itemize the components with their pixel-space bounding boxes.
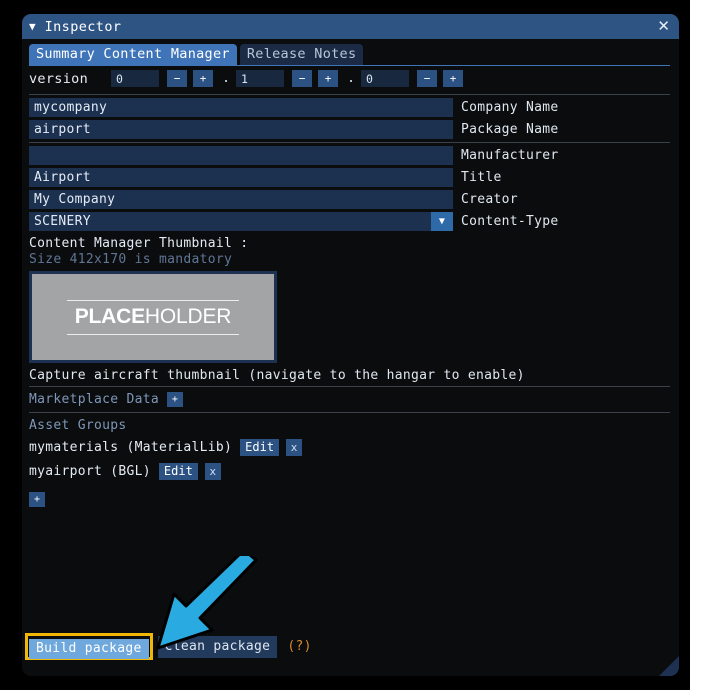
marketplace-data-label: Marketplace Data bbox=[29, 392, 160, 407]
package-name-input[interactable]: airport bbox=[29, 120, 453, 139]
content-type-select[interactable]: SCENERY ▼ bbox=[29, 212, 453, 231]
marketplace-data-section: Marketplace Data + bbox=[22, 390, 679, 409]
list-item: myairport (BGL) Edit x bbox=[22, 459, 679, 483]
version-row: version 0 − + . 1 − + . 0 − + bbox=[22, 66, 679, 91]
thumbnail-preview[interactable]: PLACEHOLDER bbox=[29, 271, 277, 363]
divider bbox=[29, 142, 670, 143]
company-name-label: Company Name bbox=[461, 100, 559, 115]
asset-group-name: myairport (BGL) bbox=[29, 463, 151, 479]
inspector-panel: ▼ Inspector ✕ Summary Content Manager Re… bbox=[22, 14, 679, 676]
tab-bar: Summary Content Manager Release Notes bbox=[22, 39, 679, 65]
placeholder-logo: PLACEHOLDER bbox=[67, 299, 239, 335]
close-icon[interactable]: ✕ bbox=[657, 18, 670, 34]
creator-label: Creator bbox=[461, 192, 518, 207]
title-label: Title bbox=[461, 170, 502, 185]
version-minor-input[interactable]: 1 bbox=[236, 70, 284, 87]
chevron-down-icon[interactable]: ▼ bbox=[431, 212, 453, 231]
add-marketplace-data-button[interactable]: + bbox=[167, 392, 184, 407]
manufacturer-label: Manufacturer bbox=[461, 148, 559, 163]
field-row-content-type: SCENERY ▼ Content-Type bbox=[22, 212, 679, 231]
action-bar: Build package Clean package (?) bbox=[22, 633, 679, 660]
manufacturer-input[interactable] bbox=[29, 146, 453, 165]
remove-asset-group-button[interactable]: x bbox=[204, 462, 221, 480]
screenshot-root: ▼ Inspector ✕ Summary Content Manager Re… bbox=[0, 0, 701, 699]
version-minor-decrement-button[interactable]: − bbox=[292, 70, 312, 87]
field-row-company-name: mycompany Company Name bbox=[22, 98, 679, 117]
add-asset-group-button[interactable]: + bbox=[29, 492, 45, 507]
help-link[interactable]: (?) bbox=[287, 639, 311, 654]
version-label: version bbox=[29, 70, 88, 87]
field-row-manufacturer: Manufacturer bbox=[22, 146, 679, 165]
placeholder-text: PLACEHOLDER bbox=[67, 305, 239, 329]
edit-asset-group-button[interactable]: Edit bbox=[240, 438, 280, 456]
triangle-down-icon[interactable]: ▼ bbox=[29, 21, 36, 32]
asset-groups-label: Asset Groups bbox=[29, 418, 127, 433]
package-name-label: Package Name bbox=[461, 122, 559, 137]
version-patch-increment-button[interactable]: + bbox=[443, 70, 463, 87]
field-row-title: Airport Title bbox=[22, 168, 679, 187]
version-major-increment-button[interactable]: + bbox=[193, 70, 213, 87]
panel-title-bar: ▼ Inspector ✕ bbox=[22, 14, 679, 39]
placeholder-bold-text: PLACE bbox=[74, 304, 145, 328]
field-row-creator: My Company Creator bbox=[22, 190, 679, 209]
divider bbox=[29, 94, 670, 95]
divider bbox=[29, 386, 670, 387]
version-patch-decrement-button[interactable]: − bbox=[417, 70, 437, 87]
list-item: mymaterials (MaterialLib) Edit x bbox=[22, 435, 679, 459]
thumbnail-section: Content Manager Thumbnail : Size 412x170… bbox=[22, 234, 679, 363]
content-type-label: Content-Type bbox=[461, 214, 559, 229]
edit-asset-group-button[interactable]: Edit bbox=[158, 462, 198, 480]
version-major-input[interactable]: 0 bbox=[111, 70, 159, 87]
thumbnail-requirement: Size 412x170 is mandatory bbox=[29, 252, 233, 267]
version-separator-dot: . bbox=[222, 71, 230, 86]
capture-thumbnail-hint: Capture aircraft thumbnail (navigate to … bbox=[29, 368, 525, 383]
placeholder-regular-text: HOLDER bbox=[144, 304, 232, 328]
asset-group-name: mymaterials (MaterialLib) bbox=[29, 439, 233, 455]
thumbnail-caption: Content Manager Thumbnail : bbox=[29, 236, 249, 251]
version-minor-increment-button[interactable]: + bbox=[318, 70, 338, 87]
title-input[interactable]: Airport bbox=[29, 168, 453, 187]
company-name-input[interactable]: mycompany bbox=[29, 98, 453, 117]
page-title: Inspector bbox=[44, 18, 122, 35]
placeholder-image: PLACEHOLDER bbox=[32, 274, 274, 360]
tab-summary-content-manager[interactable]: Summary Content Manager bbox=[29, 44, 237, 65]
divider bbox=[29, 412, 670, 413]
creator-input[interactable]: My Company bbox=[29, 190, 453, 209]
version-patch-input[interactable]: 0 bbox=[361, 70, 409, 87]
field-row-package-name: airport Package Name bbox=[22, 120, 679, 139]
resize-grip[interactable] bbox=[659, 656, 679, 676]
content-type-value: SCENERY bbox=[34, 214, 91, 229]
clean-package-button[interactable]: Clean package bbox=[157, 635, 278, 658]
tab-release-notes[interactable]: Release Notes bbox=[239, 44, 364, 65]
remove-asset-group-button[interactable]: x bbox=[286, 438, 303, 456]
asset-groups-header: Asset Groups bbox=[22, 416, 679, 435]
add-asset-group-row: + bbox=[22, 483, 679, 507]
version-major-decrement-button[interactable]: − bbox=[167, 70, 187, 87]
version-separator-dot: . bbox=[347, 71, 355, 86]
build-package-highlight: Build package bbox=[25, 633, 153, 660]
panel-body: Summary Content Manager Release Notes ve… bbox=[22, 39, 679, 676]
build-package-button[interactable]: Build package bbox=[29, 639, 149, 659]
